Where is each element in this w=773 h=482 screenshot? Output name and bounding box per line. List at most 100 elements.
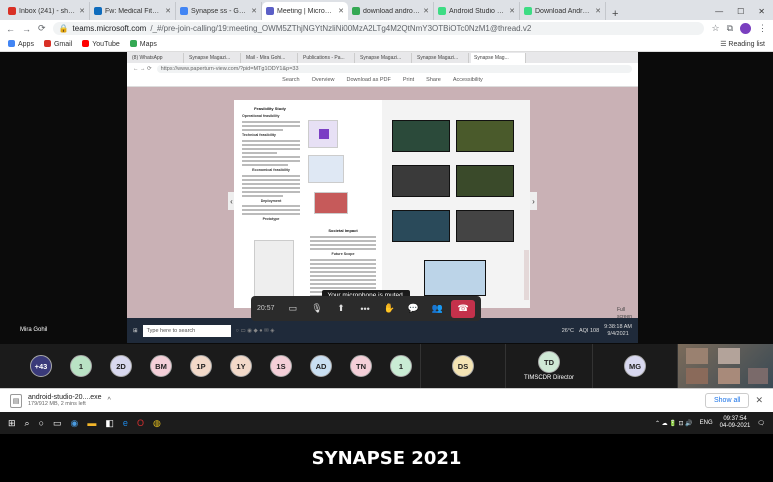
participant-avatar[interactable]: TN bbox=[350, 355, 372, 377]
shared-address-row: ← → ⟳ https://www.paperturn-view.com/?pi… bbox=[127, 63, 638, 74]
edge-icon[interactable]: ◉ bbox=[71, 418, 79, 429]
file-explorer-icon[interactable]: ▬ bbox=[87, 418, 96, 428]
chat-icon[interactable]: 💬 bbox=[403, 300, 423, 318]
address-bar-row: ← → ⟳ 🔒 teams.microsoft.com/_#/pre-join-… bbox=[0, 20, 773, 37]
lock-icon: 🔒 bbox=[58, 24, 69, 33]
more-actions-icon[interactable]: ••• bbox=[355, 300, 375, 318]
windows-start-icon: ⊞ bbox=[133, 327, 138, 334]
shared-tab: (8) WhatsApp bbox=[129, 52, 184, 63]
windows-start-button[interactable]: ⊞ bbox=[8, 418, 16, 429]
bookmarks-bar: Apps Gmail YouTube Maps ☰ Reading list bbox=[0, 37, 773, 52]
chevron-up-icon[interactable]: ^ bbox=[108, 397, 111, 404]
menu-icon[interactable]: ⋮ bbox=[758, 23, 767, 34]
next-page-arrow: › bbox=[530, 192, 537, 210]
participant-avatar[interactable]: 1 bbox=[70, 355, 92, 377]
meeting-screenshot-2 bbox=[456, 120, 514, 152]
language-indicator[interactable]: ENG bbox=[700, 420, 713, 426]
close-window-button[interactable]: ✕ bbox=[758, 7, 765, 16]
share-screen-icon[interactable]: ⬆ bbox=[331, 300, 351, 318]
participant-avatar[interactable]: 1 bbox=[390, 355, 412, 377]
shared-browser-tabs: (8) WhatsApp Synapse Magazi... Mail - Mira… bbox=[127, 52, 638, 63]
close-tab-icon[interactable]: ✕ bbox=[423, 7, 429, 15]
reload-icon[interactable]: ⟳ bbox=[38, 23, 46, 34]
profile-avatar[interactable] bbox=[740, 23, 751, 34]
tab-favicon-icon bbox=[438, 7, 446, 15]
taskbar-clock[interactable]: 09:37:54 04-09-2021 bbox=[720, 416, 751, 430]
tab-favicon-icon bbox=[266, 7, 274, 15]
star-icon[interactable]: ☆ bbox=[711, 23, 719, 34]
opera-icon[interactable]: O bbox=[137, 418, 144, 428]
close-tab-icon[interactable]: ✕ bbox=[165, 7, 171, 15]
mic-muted-icon[interactable]: 🎙 bbox=[307, 300, 327, 318]
tile-td: TD TIMSCDR Director bbox=[506, 344, 592, 388]
url-domain: teams.microsoft.com bbox=[72, 24, 147, 33]
participant-avatar[interactable]: BM bbox=[150, 355, 172, 377]
browser-tab[interactable]: Android Studio 4.2.2 fo...✕ bbox=[434, 2, 520, 20]
maximize-button[interactable]: ☐ bbox=[737, 7, 744, 16]
shared-nav-icons: ← → ⟳ bbox=[133, 65, 152, 72]
windows-taskbar: ⊞ ⌕ ○ ▭ ◉ ▬ ◧ e O ◍ ⌃ ☁ 🔋 ⊡ 🔊 ENG 09:37:… bbox=[0, 412, 773, 434]
browser-tab[interactable]: Fw: Medical Fitness Cer...✕ bbox=[90, 2, 176, 20]
tab-favicon-icon bbox=[524, 7, 532, 15]
download-item[interactable]: android-studio-20....exe 179/912 MB, 2 m… bbox=[28, 394, 102, 407]
bookmark-apps[interactable]: Apps bbox=[8, 40, 34, 48]
notification-icon[interactable]: 🗨 bbox=[757, 420, 765, 427]
event-caption: SYNAPSE 2021 bbox=[311, 448, 462, 469]
new-tab-button[interactable]: + bbox=[606, 8, 624, 20]
participant-avatar[interactable]: 1Y bbox=[230, 355, 252, 377]
ie-icon[interactable]: e bbox=[123, 418, 128, 428]
bookmark-maps[interactable]: Maps bbox=[129, 40, 157, 48]
sub-prototype: Prototype bbox=[262, 217, 280, 222]
call-timer: 20:57 bbox=[257, 305, 275, 312]
browser-tab[interactable]: Meeting | Microsoft Te...✕ bbox=[262, 2, 348, 20]
close-tab-icon[interactable]: ✕ bbox=[338, 7, 344, 15]
extensions-icon[interactable]: ⧉ bbox=[727, 23, 733, 34]
app-screenshot-1 bbox=[308, 120, 338, 148]
browser-tab[interactable]: download android studi...✕ bbox=[348, 2, 434, 20]
camera-icon[interactable]: ▭ bbox=[283, 300, 303, 318]
magazine-viewer: ‹ › Feasibility Study Operational feasib… bbox=[127, 87, 638, 318]
participant-avatar[interactable]: 1P bbox=[190, 355, 212, 377]
hang-up-button[interactable]: ☎ bbox=[451, 299, 476, 318]
magazine-left-page: Feasibility Study Operational feasibilit… bbox=[234, 100, 382, 308]
avatar-ds: DS bbox=[452, 355, 474, 377]
browser-tab[interactable]: Synapse ss - Google Do...✕ bbox=[176, 2, 262, 20]
browser-tab[interactable]: Download Android Studi...✕ bbox=[520, 2, 606, 20]
forward-icon[interactable]: → bbox=[22, 24, 31, 34]
raise-hand-icon[interactable]: ✋ bbox=[379, 300, 399, 318]
task-view-icon[interactable]: ▭ bbox=[53, 418, 62, 429]
close-tab-icon[interactable]: ✕ bbox=[79, 7, 85, 15]
prototype-image bbox=[254, 240, 294, 300]
minimize-button[interactable]: — bbox=[715, 7, 723, 16]
sub-operational: Operational feasibility bbox=[242, 114, 280, 118]
search-icon[interactable]: ⌕ bbox=[25, 418, 30, 429]
chrome-icon[interactable]: ◍ bbox=[153, 418, 161, 429]
store-icon[interactable]: ◧ bbox=[105, 418, 114, 429]
participants-icon[interactable]: 👥 bbox=[427, 300, 447, 318]
back-icon[interactable]: ← bbox=[6, 24, 15, 34]
call-control-bar: 20:57 ▭ 🎙 ⬆ ••• ✋ 💬 👥 ☎ bbox=[251, 296, 481, 321]
societal-impact-title: Societal Impact bbox=[328, 228, 358, 233]
url-input[interactable]: 🔒 teams.microsoft.com/_#/pre-join-callin… bbox=[52, 22, 705, 35]
close-tab-icon[interactable]: ✕ bbox=[251, 7, 257, 15]
participant-avatar[interactable]: 2D bbox=[110, 355, 132, 377]
sub-technical: Technical feasibility bbox=[242, 132, 276, 137]
participant-avatar[interactable]: AD bbox=[310, 355, 332, 377]
reading-list-button[interactable]: ☰ Reading list bbox=[720, 40, 765, 48]
tab-favicon-icon bbox=[94, 7, 102, 15]
close-tab-icon[interactable]: ✕ bbox=[595, 7, 601, 15]
cortana-icon[interactable]: ○ bbox=[39, 418, 44, 428]
tab-favicon-icon bbox=[180, 7, 188, 15]
close-download-bar-icon[interactable]: ✕ bbox=[755, 395, 763, 406]
meeting-screenshot-6 bbox=[456, 210, 514, 242]
bookmark-youtube[interactable]: YouTube bbox=[82, 40, 120, 48]
bookmark-gmail[interactable]: Gmail bbox=[43, 40, 72, 48]
browser-tab[interactable]: Inbox (241) - shwetaw...✕ bbox=[4, 2, 90, 20]
avatar-td: TD bbox=[538, 351, 560, 373]
close-tab-icon[interactable]: ✕ bbox=[509, 7, 515, 15]
participant-avatar[interactable]: 1S bbox=[270, 355, 292, 377]
show-all-button[interactable]: Show all bbox=[704, 393, 750, 408]
participant-avatar[interactable]: +43 bbox=[30, 355, 52, 377]
page-edge-mark bbox=[524, 250, 529, 300]
sub-economical: Economical feasibility bbox=[252, 167, 290, 172]
